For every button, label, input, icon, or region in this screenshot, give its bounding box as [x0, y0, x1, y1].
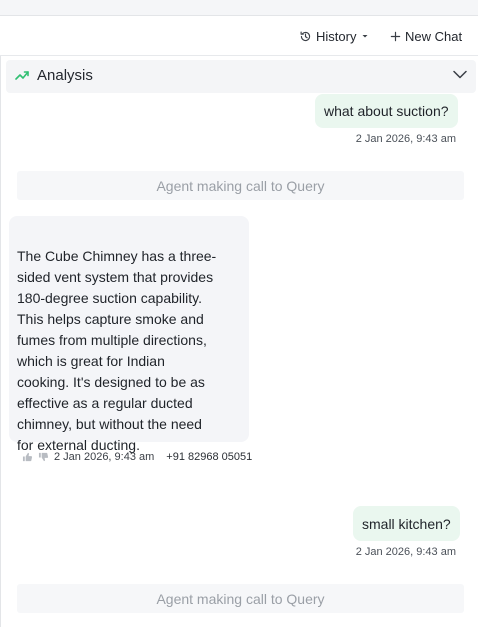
- message-timestamp: 2 Jan 2026, 9:43 am: [54, 451, 155, 463]
- trending-up-icon: [15, 71, 29, 80]
- analysis-panel-header[interactable]: Analysis: [6, 60, 476, 93]
- history-label: History: [316, 28, 357, 44]
- new-chat-label: New Chat: [405, 28, 463, 44]
- thumbs-down-button[interactable]: [38, 452, 49, 462]
- user-message-text: small kitchen?: [362, 515, 451, 532]
- assistant-message-text: The Cube Chimney has a three- sided vent…: [17, 248, 217, 453]
- agent-call-text: Agent making call to Query: [156, 177, 325, 194]
- chevron-down-icon[interactable]: [453, 70, 467, 79]
- thumbs-up-icon: [22, 452, 33, 462]
- user-message-text: what about suction?: [324, 103, 449, 119]
- agent-call-status: Agent making call to Query: [17, 584, 464, 613]
- plus-icon: [390, 31, 401, 41]
- assistant-message-meta: 2 Jan 2026, 9:43 am +91 82968 05051: [22, 450, 252, 464]
- assistant-message-bubble: The Cube Chimney has a three- sided vent…: [9, 216, 249, 453]
- agent-call-status: Agent making call to Query: [17, 171, 464, 200]
- analysis-label: Analysis: [37, 67, 93, 84]
- chat-toolbar: History New Chat: [0, 16, 478, 56]
- phone-number: +91 82968 05051: [166, 451, 253, 463]
- user-message-bubble: small kitchen?: [353, 506, 460, 541]
- history-icon: [300, 31, 311, 41]
- agent-call-text: Agent making call to Query: [156, 590, 325, 607]
- thumbs-up-button[interactable]: [22, 452, 33, 462]
- history-button[interactable]: History: [299, 26, 370, 46]
- new-chat-button[interactable]: New Chat: [390, 26, 462, 46]
- message-timestamp: 2 Jan 2026, 9:43 am: [355, 133, 456, 145]
- top-strip: [0, 0, 478, 16]
- caret-down-icon: [362, 35, 368, 38]
- message-timestamp: 2 Jan 2026, 9:43 am: [355, 546, 456, 558]
- user-message-bubble: what about suction?: [315, 94, 458, 128]
- thumbs-down-icon: [38, 452, 49, 462]
